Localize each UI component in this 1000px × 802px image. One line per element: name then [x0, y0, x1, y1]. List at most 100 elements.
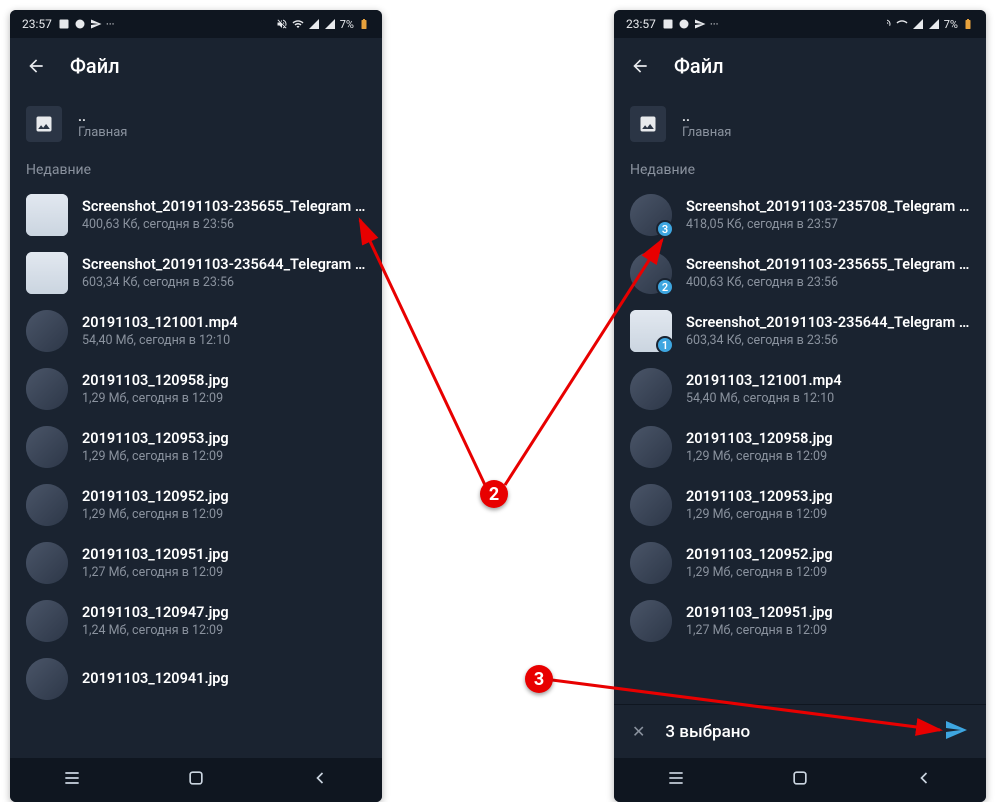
status-time: 23:57 [626, 17, 656, 31]
selection-bar: ✕ 3 выбрано [614, 704, 986, 758]
file-name: 20191103_120947.jpg [82, 604, 229, 621]
selection-badge: 2 [656, 278, 674, 296]
file-name: 20191103_120951.jpg [82, 546, 229, 563]
file-meta: 1,29 Мб, сегодня в 12:09 [686, 565, 833, 580]
list-item[interactable]: 20191103_120951.jpg 1,27 Мб, сегодня в 1… [614, 592, 986, 650]
nav-back-icon[interactable] [310, 768, 330, 792]
phone-left: 23:57 ··· 7% Файл .. Главная [10, 10, 382, 802]
file-name: 20191103_120958.jpg [686, 430, 833, 447]
battery-icon [962, 18, 974, 30]
list-item[interactable]: Screenshot_20191103-235644_Telegram X.jp… [10, 244, 382, 302]
file-meta: 400,63 Кб, сегодня в 23:56 [82, 217, 366, 232]
list-item[interactable]: 20191103_121001.mp4 54,40 Мб, сегодня в … [614, 360, 986, 418]
file-meta: 418,05 Кб, сегодня в 23:57 [686, 217, 970, 232]
list-item[interactable]: 1 Screenshot_20191103-235644_Telegram X.… [614, 302, 986, 360]
selection-badge: 1 [656, 336, 674, 354]
selection-count-label: 3 выбрано [665, 722, 924, 742]
file-name: 20191103_121001.mp4 [82, 314, 238, 331]
file-name: 20191103_120953.jpg [686, 488, 833, 505]
back-arrow-icon[interactable] [26, 56, 46, 76]
signal-icon [308, 18, 320, 30]
status-bar: 23:57 ··· 7% [614, 10, 986, 38]
wifi-icon [896, 18, 908, 30]
nav-home-icon[interactable] [186, 768, 206, 792]
file-meta: 1,27 Мб, сегодня в 12:09 [686, 623, 833, 638]
section-recent-label: Недавние [614, 154, 986, 186]
back-arrow-icon[interactable] [630, 56, 650, 76]
wifi-icon [292, 18, 304, 30]
list-item[interactable]: 20191103_120952.jpg 1,29 Мб, сегодня в 1… [10, 476, 382, 534]
send-icon[interactable] [944, 718, 968, 746]
file-meta: 603,34 Кб, сегодня в 23:56 [686, 333, 970, 348]
signal2-icon [928, 18, 940, 30]
file-meta: 54,40 Мб, сегодня в 12:10 [82, 333, 238, 348]
annotation-step-2: 2 [480, 480, 508, 508]
file-meta: 1,29 Мб, сегодня в 12:09 [82, 507, 229, 522]
selection-badge: 3 [656, 220, 674, 238]
list-item[interactable]: 20191103_120952.jpg 1,29 Мб, сегодня в 1… [614, 534, 986, 592]
file-name: Screenshot_20191103-235708_Telegram X.jp… [686, 198, 970, 215]
file-meta: 1,27 Мб, сегодня в 12:09 [82, 565, 229, 580]
file-name: 20191103_120952.jpg [686, 546, 833, 563]
battery-pct: 7% [944, 18, 958, 31]
file-list-right: 3 Screenshot_20191103-235708_Telegram X.… [614, 186, 986, 650]
file-name: 20191103_120951.jpg [686, 604, 833, 621]
list-item[interactable]: 20191103_120958.jpg 1,29 Мб, сегодня в 1… [614, 418, 986, 476]
file-meta: 1,29 Мб, сегодня в 12:09 [82, 449, 229, 464]
list-item[interactable]: 20191103_120947.jpg 1,24 Мб, сегодня в 1… [10, 592, 382, 650]
file-meta: 603,34 Кб, сегодня в 23:56 [82, 275, 366, 290]
nav-bar [614, 758, 986, 802]
list-item[interactable]: 20191103_120953.jpg 1,29 Мб, сегодня в 1… [10, 418, 382, 476]
file-name: 20191103_121001.mp4 [686, 372, 842, 389]
file-name: Screenshot_20191103-235655_Telegram X.jp… [82, 198, 366, 215]
list-item[interactable]: Screenshot_20191103-235655_Telegram X.jp… [10, 186, 382, 244]
file-meta: 400,63 Кб, сегодня в 23:56 [686, 275, 970, 290]
list-item[interactable]: 20191103_120951.jpg 1,27 Мб, сегодня в 1… [10, 534, 382, 592]
gallery-icon [630, 106, 666, 142]
list-item[interactable]: 20191103_120958.jpg 1,29 Мб, сегодня в 1… [10, 360, 382, 418]
file-meta: 1,24 Мб, сегодня в 12:09 [82, 623, 229, 638]
file-name: 20191103_120953.jpg [82, 430, 229, 447]
status-time: 23:57 [22, 17, 52, 31]
page-title: Файл [674, 54, 724, 78]
breadcrumb[interactable]: .. Главная [614, 94, 986, 154]
list-item[interactable]: 20191103_120941.jpg [10, 650, 382, 708]
nav-home-icon[interactable] [790, 768, 810, 792]
page-title: Файл [70, 54, 120, 78]
file-list-left: Screenshot_20191103-235655_Telegram X.jp… [10, 186, 382, 708]
nav-back-icon[interactable] [914, 768, 934, 792]
list-item[interactable]: 2 Screenshot_20191103-235655_Telegram X.… [614, 244, 986, 302]
nav-recents-icon[interactable] [666, 768, 686, 792]
file-name: 20191103_120941.jpg [82, 670, 229, 687]
status-notif-icons: ··· [58, 18, 115, 31]
header: Файл [10, 38, 382, 94]
header: Файл [614, 38, 986, 94]
signal-icon [912, 18, 924, 30]
close-icon[interactable]: ✕ [632, 722, 645, 741]
status-notif-icons: ··· [662, 18, 719, 31]
phone-right: 23:57 ··· 7% Файл .. Главная [614, 10, 986, 802]
mute-icon [880, 18, 892, 30]
list-item[interactable]: 20191103_121001.mp4 54,40 Мб, сегодня в … [10, 302, 382, 360]
breadcrumb-dots: .. [78, 109, 127, 125]
file-name: 20191103_120952.jpg [82, 488, 229, 505]
gallery-icon [26, 106, 62, 142]
breadcrumb-dots: .. [682, 109, 731, 125]
list-item[interactable]: 20191103_120953.jpg 1,29 Мб, сегодня в 1… [614, 476, 986, 534]
mute-icon [276, 18, 288, 30]
list-item[interactable]: 3 Screenshot_20191103-235708_Telegram X.… [614, 186, 986, 244]
breadcrumb[interactable]: .. Главная [10, 94, 382, 154]
file-meta: 1,29 Мб, сегодня в 12:09 [686, 449, 833, 464]
annotation-step-3: 3 [525, 665, 553, 693]
file-name: Screenshot_20191103-235644_Telegram X.jp… [686, 314, 970, 331]
file-name: Screenshot_20191103-235655_Telegram X.jp… [686, 256, 970, 273]
file-meta: 54,40 Мб, сегодня в 12:10 [686, 391, 842, 406]
nav-recents-icon[interactable] [62, 768, 82, 792]
file-name: Screenshot_20191103-235644_Telegram X.jp… [82, 256, 366, 273]
section-recent-label: Недавние [10, 154, 382, 186]
battery-icon [358, 18, 370, 30]
breadcrumb-main: Главная [682, 125, 731, 140]
signal2-icon [324, 18, 336, 30]
breadcrumb-main: Главная [78, 125, 127, 140]
file-meta: 1,29 Мб, сегодня в 12:09 [82, 391, 229, 406]
